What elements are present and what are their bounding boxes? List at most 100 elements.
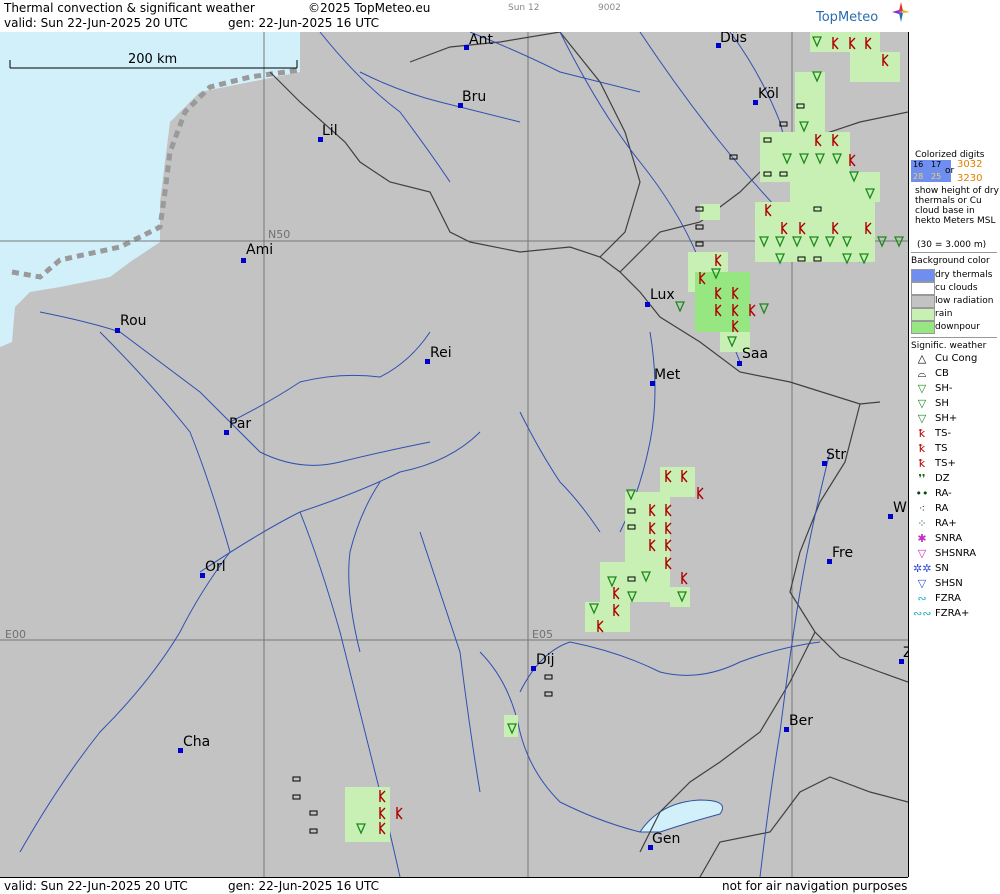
city-label-par: Par	[229, 416, 252, 432]
shower-heavy-icon: ▽	[917, 412, 927, 425]
legend-sig-label: RA-	[935, 488, 952, 499]
digit-sample-d: 25	[931, 172, 942, 181]
legend-sig-label: RA	[935, 503, 949, 514]
rain-heavy-icon: ⁘	[917, 517, 927, 530]
swatch-low-radiation	[911, 295, 935, 308]
compass-icon	[892, 2, 910, 22]
city-label-w: W	[893, 500, 907, 516]
rain-light-icon: ••	[915, 487, 929, 500]
freezing-rain-heavy-icon: ∾∾	[913, 607, 932, 620]
cb-icon: ⌓	[917, 367, 927, 380]
legend-sig-label: SH-	[935, 383, 953, 394]
city-label-bru: Bru	[462, 89, 487, 105]
snow-icon: ✲✲	[913, 562, 932, 575]
logo-text: TopMeteo	[816, 10, 879, 25]
colorized-description: show height of dry thermals or Cu cloud …	[915, 186, 999, 226]
snow-rain-shower-icon: ▽	[917, 547, 927, 560]
copyright-text: ©2025 TopMeteo.eu	[308, 1, 431, 15]
generated-time: gen: 22-Jun-2025 16 UTC	[228, 16, 380, 30]
city-label-str: Str	[826, 447, 847, 463]
legend-bg-cu-clouds: cu clouds	[935, 283, 978, 293]
city-label-gen: Gen	[652, 831, 681, 847]
footer-valid-time: valid: Sun 22-Jun-2025 20 UTC	[4, 879, 188, 893]
legend-bg-low-radiation: low radiation	[935, 296, 994, 306]
drizzle-icon: ❜❜	[918, 472, 926, 485]
legend-sig-label: FZRA	[935, 593, 961, 604]
map-graphics	[0, 32, 908, 877]
legend-sig-label: TS+	[935, 458, 956, 469]
city-label-met: Met	[654, 367, 681, 383]
valid-time: valid: Sun 22-Jun-2025 20 UTC	[4, 16, 188, 30]
legend-sig-label: FZRA+	[935, 608, 970, 619]
map-footer: valid: Sun 22-Jun-2025 20 UTC gen: 22-Ju…	[0, 877, 908, 894]
legend-bg-downpour: downpour	[935, 322, 980, 332]
digit-sample-c: 28	[913, 172, 924, 181]
legend-bg-dry-thermals: dry thermals	[935, 270, 993, 280]
city-label-rei: Rei	[430, 345, 452, 361]
scale-label: 200 km	[128, 52, 178, 67]
legend-sig-label: SH	[935, 398, 949, 409]
swatch-cu-clouds	[911, 282, 935, 295]
legend-sig-label: SHSN	[935, 578, 963, 589]
city-label-lux: Lux	[650, 287, 675, 303]
legend-sig-label: Cu Cong	[935, 353, 978, 364]
grid-label-n50: N50	[268, 228, 291, 241]
city-label-dus: Düs	[720, 32, 747, 46]
city-label-dij: Dij	[536, 652, 555, 668]
city-label-kol: Köl	[758, 86, 779, 102]
snow-shower-icon: ▽	[917, 577, 927, 590]
weather-map[interactable]: N50 E00 E05 200 km Ant Düs Köl Bru Lil A…	[0, 32, 909, 877]
city-label-saa: Saa	[742, 346, 769, 362]
sig-weather-title: Signific. weather	[911, 341, 987, 351]
swatch-downpour	[911, 321, 935, 334]
digit-sample-f: 3230	[957, 173, 983, 184]
freezing-rain-icon: ∾	[917, 592, 927, 605]
legend-sig-label: TS	[935, 443, 948, 454]
level-label-b: 9002	[598, 3, 621, 13]
swatch-rain	[911, 308, 935, 321]
legend-sig-label: RA+	[935, 518, 957, 529]
colorized-example: (30 = 3.000 m)	[917, 240, 987, 250]
legend-sig-label: TS-	[935, 428, 952, 439]
footer-generated-time: gen: 22-Jun-2025 16 UTC	[228, 879, 380, 893]
legend-bg-rain: rain	[935, 309, 953, 319]
legend-divider	[911, 252, 997, 253]
legend-sig-label: SN	[935, 563, 949, 574]
background-title: Background color	[911, 256, 990, 266]
digit-sample-a: 16	[913, 160, 924, 169]
map-title: Thermal convection & significant weather	[4, 1, 255, 15]
city-label-ant: Ant	[469, 32, 493, 48]
thunderstorm-icon: ꝁ	[918, 442, 926, 455]
digit-sample-e: 3032	[957, 159, 983, 170]
city-label-rou: Rou	[120, 313, 147, 329]
grid-label-e00: E00	[5, 628, 26, 641]
map-header: Thermal convection & significant weather…	[0, 0, 908, 32]
city-label-lil: Lil	[322, 123, 338, 139]
rain-icon: ⁖	[918, 502, 926, 515]
city-label-orl: Orl	[205, 559, 226, 575]
shower-icon: ▽	[917, 397, 927, 410]
footer-notice: not for air navigation purposes	[722, 879, 908, 893]
shower-light-icon: ▽	[917, 382, 927, 395]
cb-symbols	[292, 103, 822, 834]
city-label-fre: Fre	[832, 545, 854, 561]
city-label-ber: Ber	[789, 713, 813, 729]
legend-divider	[911, 337, 997, 338]
or-text: or	[945, 166, 955, 176]
city-label-cha: Cha	[183, 734, 211, 750]
legend-sig-label: SHSNRA	[935, 548, 977, 559]
city-label-ami: Ami	[246, 242, 274, 258]
swatch-dry-thermals	[911, 269, 935, 282]
digit-sample-b: 17	[931, 160, 942, 169]
topmeteo-logo: TopMeteo	[816, 2, 910, 25]
legend-sig-label: CB	[935, 368, 949, 379]
legend-panel: Colorized digits 16 17 28 25 or 3032 323…	[909, 0, 1000, 893]
level-label-a: Sun 12	[508, 3, 540, 13]
legend-sig-label: DZ	[935, 473, 950, 484]
grid-label-e05: E05	[532, 628, 553, 641]
city-dot	[241, 258, 246, 263]
cu-cong-icon: △	[917, 352, 927, 365]
snow-rain-icon: ✱	[917, 532, 927, 545]
thunderstorm-light-icon: ꝁ	[918, 427, 926, 440]
legend-sig-label: SH+	[935, 413, 958, 424]
